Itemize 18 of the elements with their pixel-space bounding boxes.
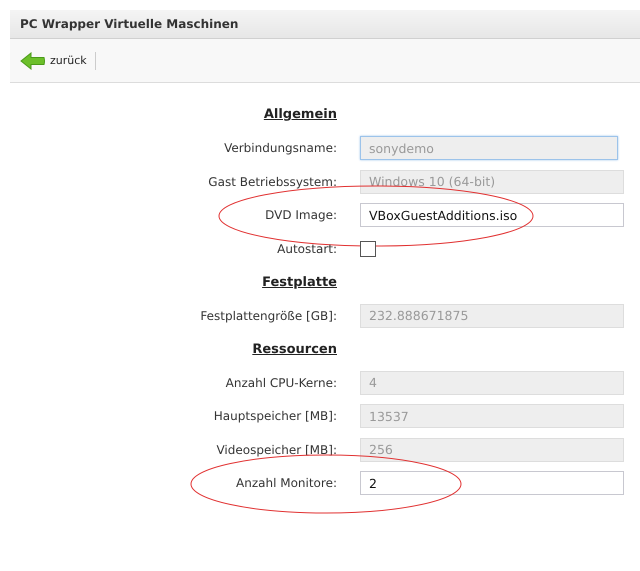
section-heading: Festplatte xyxy=(262,274,337,290)
field-label: Gast Betriebssystem: xyxy=(208,174,337,189)
field-label: Anzahl CPU-Kerne: xyxy=(226,376,337,390)
back-button[interactable]: zurück xyxy=(18,50,89,72)
checkbox[interactable] xyxy=(360,240,376,257)
field-label: Anzahl Monitore: xyxy=(236,476,337,490)
text-field[interactable]: 2 xyxy=(360,471,624,496)
field-label: Festplattengröße [GB]: xyxy=(200,308,337,323)
section-heading: Allgemein xyxy=(264,107,337,122)
field-label: Autostart: xyxy=(277,242,337,256)
text-field[interactable]: VBoxGuestAdditions.iso xyxy=(360,203,624,228)
section-heading: Ressourcen xyxy=(252,342,337,357)
field-label: Videospeicher [MB]: xyxy=(216,442,337,457)
field-label: DVD Image: xyxy=(265,208,337,222)
back-arrow-icon xyxy=(20,52,46,70)
window-title: PC Wrapper Virtuelle Maschinen xyxy=(10,10,640,39)
field-label: Hauptspeicher [MB]: xyxy=(214,409,337,424)
field-label: Verbindungsname: xyxy=(224,141,337,156)
